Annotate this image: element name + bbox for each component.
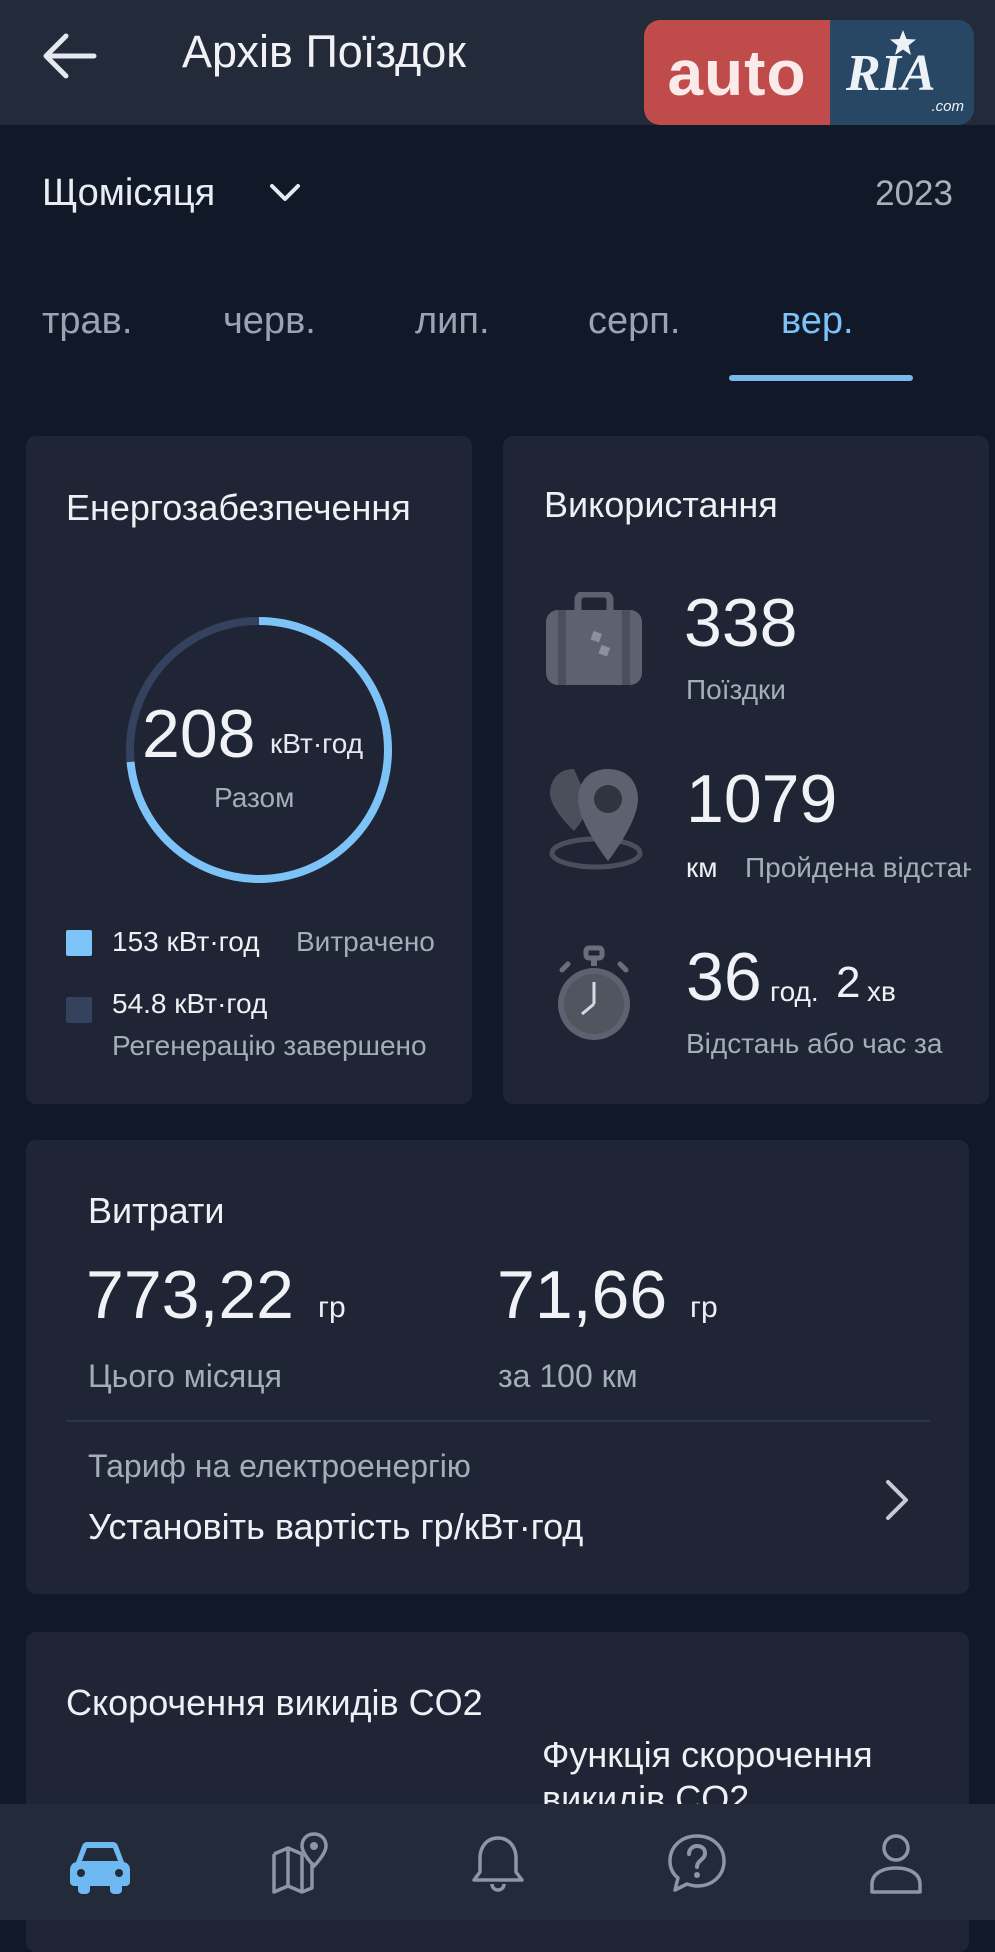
car-icon [70, 1842, 130, 1894]
app-header: Архів Поїздок auto RIA .com [0, 0, 995, 125]
legend-consumed-label: Витрачено [296, 926, 435, 957]
tariff-set-price-link[interactable]: Установіть вартість гр/кВт·год [88, 1506, 583, 1548]
costs-title: Витрати [88, 1190, 225, 1231]
per100-cost-unit: гр [690, 1291, 718, 1324]
profile-icon [870, 1834, 922, 1894]
distance-unit: км [686, 852, 718, 883]
legend-consumed-value: 153 кВт·год [112, 926, 260, 957]
distance-value: 1079 [686, 761, 838, 837]
tab-may[interactable]: трав. [42, 300, 132, 343]
period-dropdown[interactable]: Щомісяця [42, 172, 215, 215]
tab-july[interactable]: лип. [415, 300, 490, 343]
logo-com-text: .com [931, 98, 964, 115]
chevron-right-icon[interactable] [878, 1478, 918, 1522]
map-location-icon [549, 769, 643, 870]
time-minutes-value: 2 [836, 958, 861, 1007]
energy-title: Енергозабезпечення [66, 487, 411, 528]
per100-cost-value: 71,66 [497, 1257, 668, 1333]
trips-value: 338 [684, 585, 798, 661]
time-hours-value: 36 [686, 939, 762, 1015]
logo-auto-text: auto [644, 20, 830, 125]
energy-total-value: 208 [142, 696, 256, 772]
bell-icon [472, 1836, 524, 1892]
logo-ria-text: RIA [846, 45, 936, 102]
help-icon [668, 1834, 726, 1892]
chevron-down-icon[interactable] [266, 180, 304, 206]
tariff-title: Тариф на електроенергію [88, 1448, 471, 1484]
time-label: Відстань або час за [686, 1028, 943, 1059]
time-minutes-unit: хв [867, 976, 896, 1007]
tab-september[interactable]: вер. [781, 300, 854, 343]
distance-label: Пройдена відстань [745, 852, 971, 883]
month-cost-value: 773,22 [86, 1257, 294, 1333]
map-pin-icon [272, 1832, 328, 1894]
nav-car[interactable] [68, 1832, 132, 1894]
nav-notifications[interactable] [466, 1832, 530, 1894]
co2-title: Скорочення викидів CO2 [66, 1682, 483, 1723]
page-title: Архів Поїздок [182, 26, 466, 77]
back-button[interactable] [40, 30, 100, 82]
energy-total-unit: кВт·год [270, 728, 364, 759]
autoria-logo: auto RIA .com [644, 20, 974, 125]
costs-divider [66, 1420, 930, 1422]
nav-help[interactable] [665, 1832, 729, 1894]
legend-consumed-swatch [66, 930, 92, 956]
legend-regen-label: Регенерацію завершено [112, 1030, 427, 1061]
legend-regen-swatch [66, 997, 92, 1023]
time-hours-unit: год. [770, 976, 819, 1007]
month-cost-unit: гр [318, 1291, 346, 1324]
suitcase-icon [546, 592, 642, 685]
legend-regen-value: 54.8 кВт·год [112, 988, 268, 1019]
year-label: 2023 [875, 174, 953, 213]
active-tab-indicator [729, 375, 913, 381]
per100-cost-label: за 100 км [498, 1358, 638, 1394]
tab-june[interactable]: черв. [223, 300, 316, 343]
tab-august[interactable]: серп. [588, 300, 680, 343]
energy-total-label: Разом [214, 782, 295, 813]
trips-label: Поїздки [686, 674, 786, 705]
stopwatch-icon [558, 945, 630, 1040]
month-cost-label: Цього місяця [88, 1358, 282, 1394]
nav-profile[interactable] [864, 1832, 928, 1894]
usage-title: Використання [544, 484, 778, 525]
arrow-left-icon [43, 33, 97, 79]
nav-map[interactable] [268, 1832, 332, 1894]
